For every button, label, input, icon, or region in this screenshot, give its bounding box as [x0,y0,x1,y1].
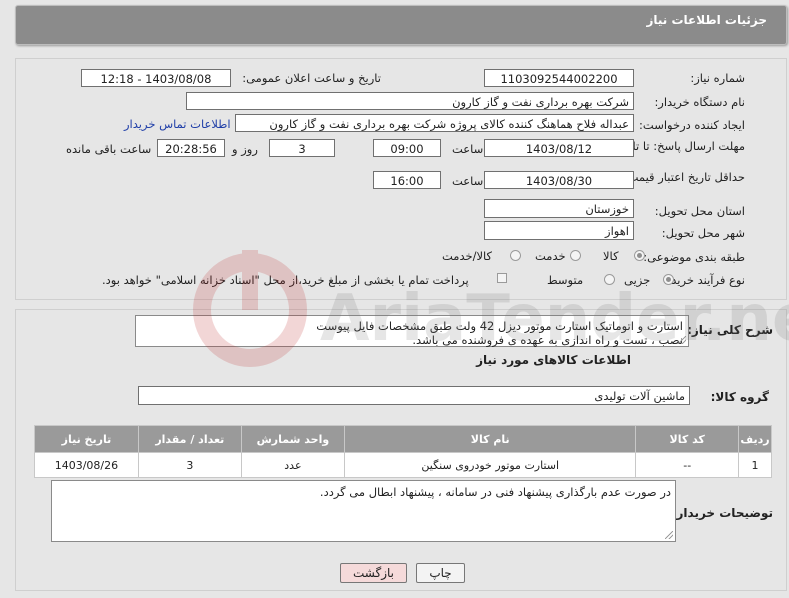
requester-label: ایجاد کننده درخواست: [639,118,745,132]
category-goods-radio[interactable] [634,250,645,261]
buyer-org-label: نام دستگاه خریدار: [654,95,745,109]
description-line-1: استارت و اتوماتیک استارت موتور دیزل 42 و… [316,319,683,333]
purchase-minor-label: جزیی [624,273,651,287]
days-label: روز و [232,142,258,156]
remaining-time-label: ساعت باقی مانده [66,142,152,156]
buyer-notes-textarea[interactable]: در صورت عدم بارگذاری پیشنهاد فنی در ساما… [51,480,676,542]
description-label: شرح کلی نیاز: [687,323,773,337]
category-both-radio[interactable] [510,250,521,261]
reply-deadline-label: مهلت ارسال پاسخ: تا تاریخ: [612,139,745,153]
requester-field[interactable]: عبداله فلاح هماهنگ کننده کالای پروژه شرک… [235,114,634,132]
col-name: نام کالا [344,425,637,453]
price-time-field[interactable]: 16:00 [373,171,441,189]
province-label: استان محل تحویل: [654,204,745,218]
description-textarea[interactable]: استارت و اتوماتیک استارت موتور دیزل 42 و… [135,315,689,347]
city-label: شهر محل تحویل: [661,226,745,240]
col-code: کد کالا [635,425,739,453]
need-number-field[interactable]: 1103092544002200 [484,69,634,87]
reply-date-field[interactable]: 1403/08/12 [484,139,634,157]
back-button[interactable]: بازگشت [340,563,407,583]
print-button[interactable]: چاپ [416,563,465,583]
buyer-contact-link[interactable]: اطلاعات تماس خریدار [124,117,231,131]
price-date-field[interactable]: 1403/08/30 [484,171,634,189]
category-goods-label: کالا [603,249,619,263]
reply-time-label: ساعت [452,142,484,156]
category-label: طبقه بندی موضوعی: [643,250,745,264]
col-date: تاریخ نیاز [34,425,139,453]
cell-code: -- [635,452,739,478]
goods-section-title: اطلاعات کالاهای مورد نیاز [476,353,631,367]
purchase-minor-radio[interactable] [663,274,674,285]
category-service-radio[interactable] [570,250,581,261]
goods-table-header: تاریخ نیاز تعداد / مقدار واحد شمارش نام … [34,425,773,453]
purchase-medium-label: متوسط [547,273,584,287]
description-line-2: نصب ، تست و راه اندازی به عهده ی فروشنده… [412,333,683,347]
city-field[interactable]: اهواز [484,221,634,240]
announce-datetime-label: تاریخ و ساعت اعلان عمومی: [242,71,381,85]
reply-time-field[interactable]: 09:00 [373,139,441,157]
cell-name: استارت موتور خودروی سنگین [344,452,637,478]
goods-group-field[interactable]: ماشین آلات تولیدی [138,386,690,405]
cell-qty: 3 [137,452,242,478]
category-service-label: خدمت [535,249,566,263]
announce-datetime-field[interactable]: 1403/08/08 - 12:18 [81,69,231,87]
purchase-medium-radio[interactable] [604,274,615,285]
buyer-org-field[interactable]: شرکت بهره برداری نفت و گاز کارون [186,92,634,110]
remaining-time-field[interactable]: 20:28:56 [157,139,225,157]
cell-row: 1 [737,452,773,478]
need-number-label: شماره نیاز: [690,71,745,85]
table-row: 1403/08/26 3 عدد استارت موتور خودروی سنگ… [34,452,773,478]
goods-group-label: گروه کالا: [710,390,769,404]
province-field[interactable]: خوزستان [484,199,634,218]
treasury-payment-note: پرداخت تمام یا بخشی از مبلغ خرید،از محل … [102,273,469,287]
resize-grip-icon[interactable] [678,336,686,344]
buyer-notes-label: توضیحات خریدار: [671,506,773,520]
col-qty: تعداد / مقدار [137,425,242,453]
cell-date: 1403/08/26 [34,452,139,478]
resize-grip-icon[interactable] [665,531,673,539]
goods-table: تاریخ نیاز تعداد / مقدار واحد شمارش نام … [34,425,773,478]
days-field[interactable]: 3 [269,139,335,157]
page-title: جزئیات اطلاعات نیاز [646,13,767,27]
buyer-notes-text: در صورت عدم بارگذاری پیشنهاد فنی در ساما… [319,485,671,499]
category-both-label: کالا/خدمت [442,249,493,263]
col-unit: واحد شمارش [240,425,346,453]
cell-unit: عدد [240,452,346,478]
col-row: ردیف [737,425,773,453]
purchase-type-label: نوع فرآیند خرید : [663,273,745,287]
treasury-payment-checkbox[interactable] [497,273,507,283]
price-time-label: ساعت [452,174,484,188]
